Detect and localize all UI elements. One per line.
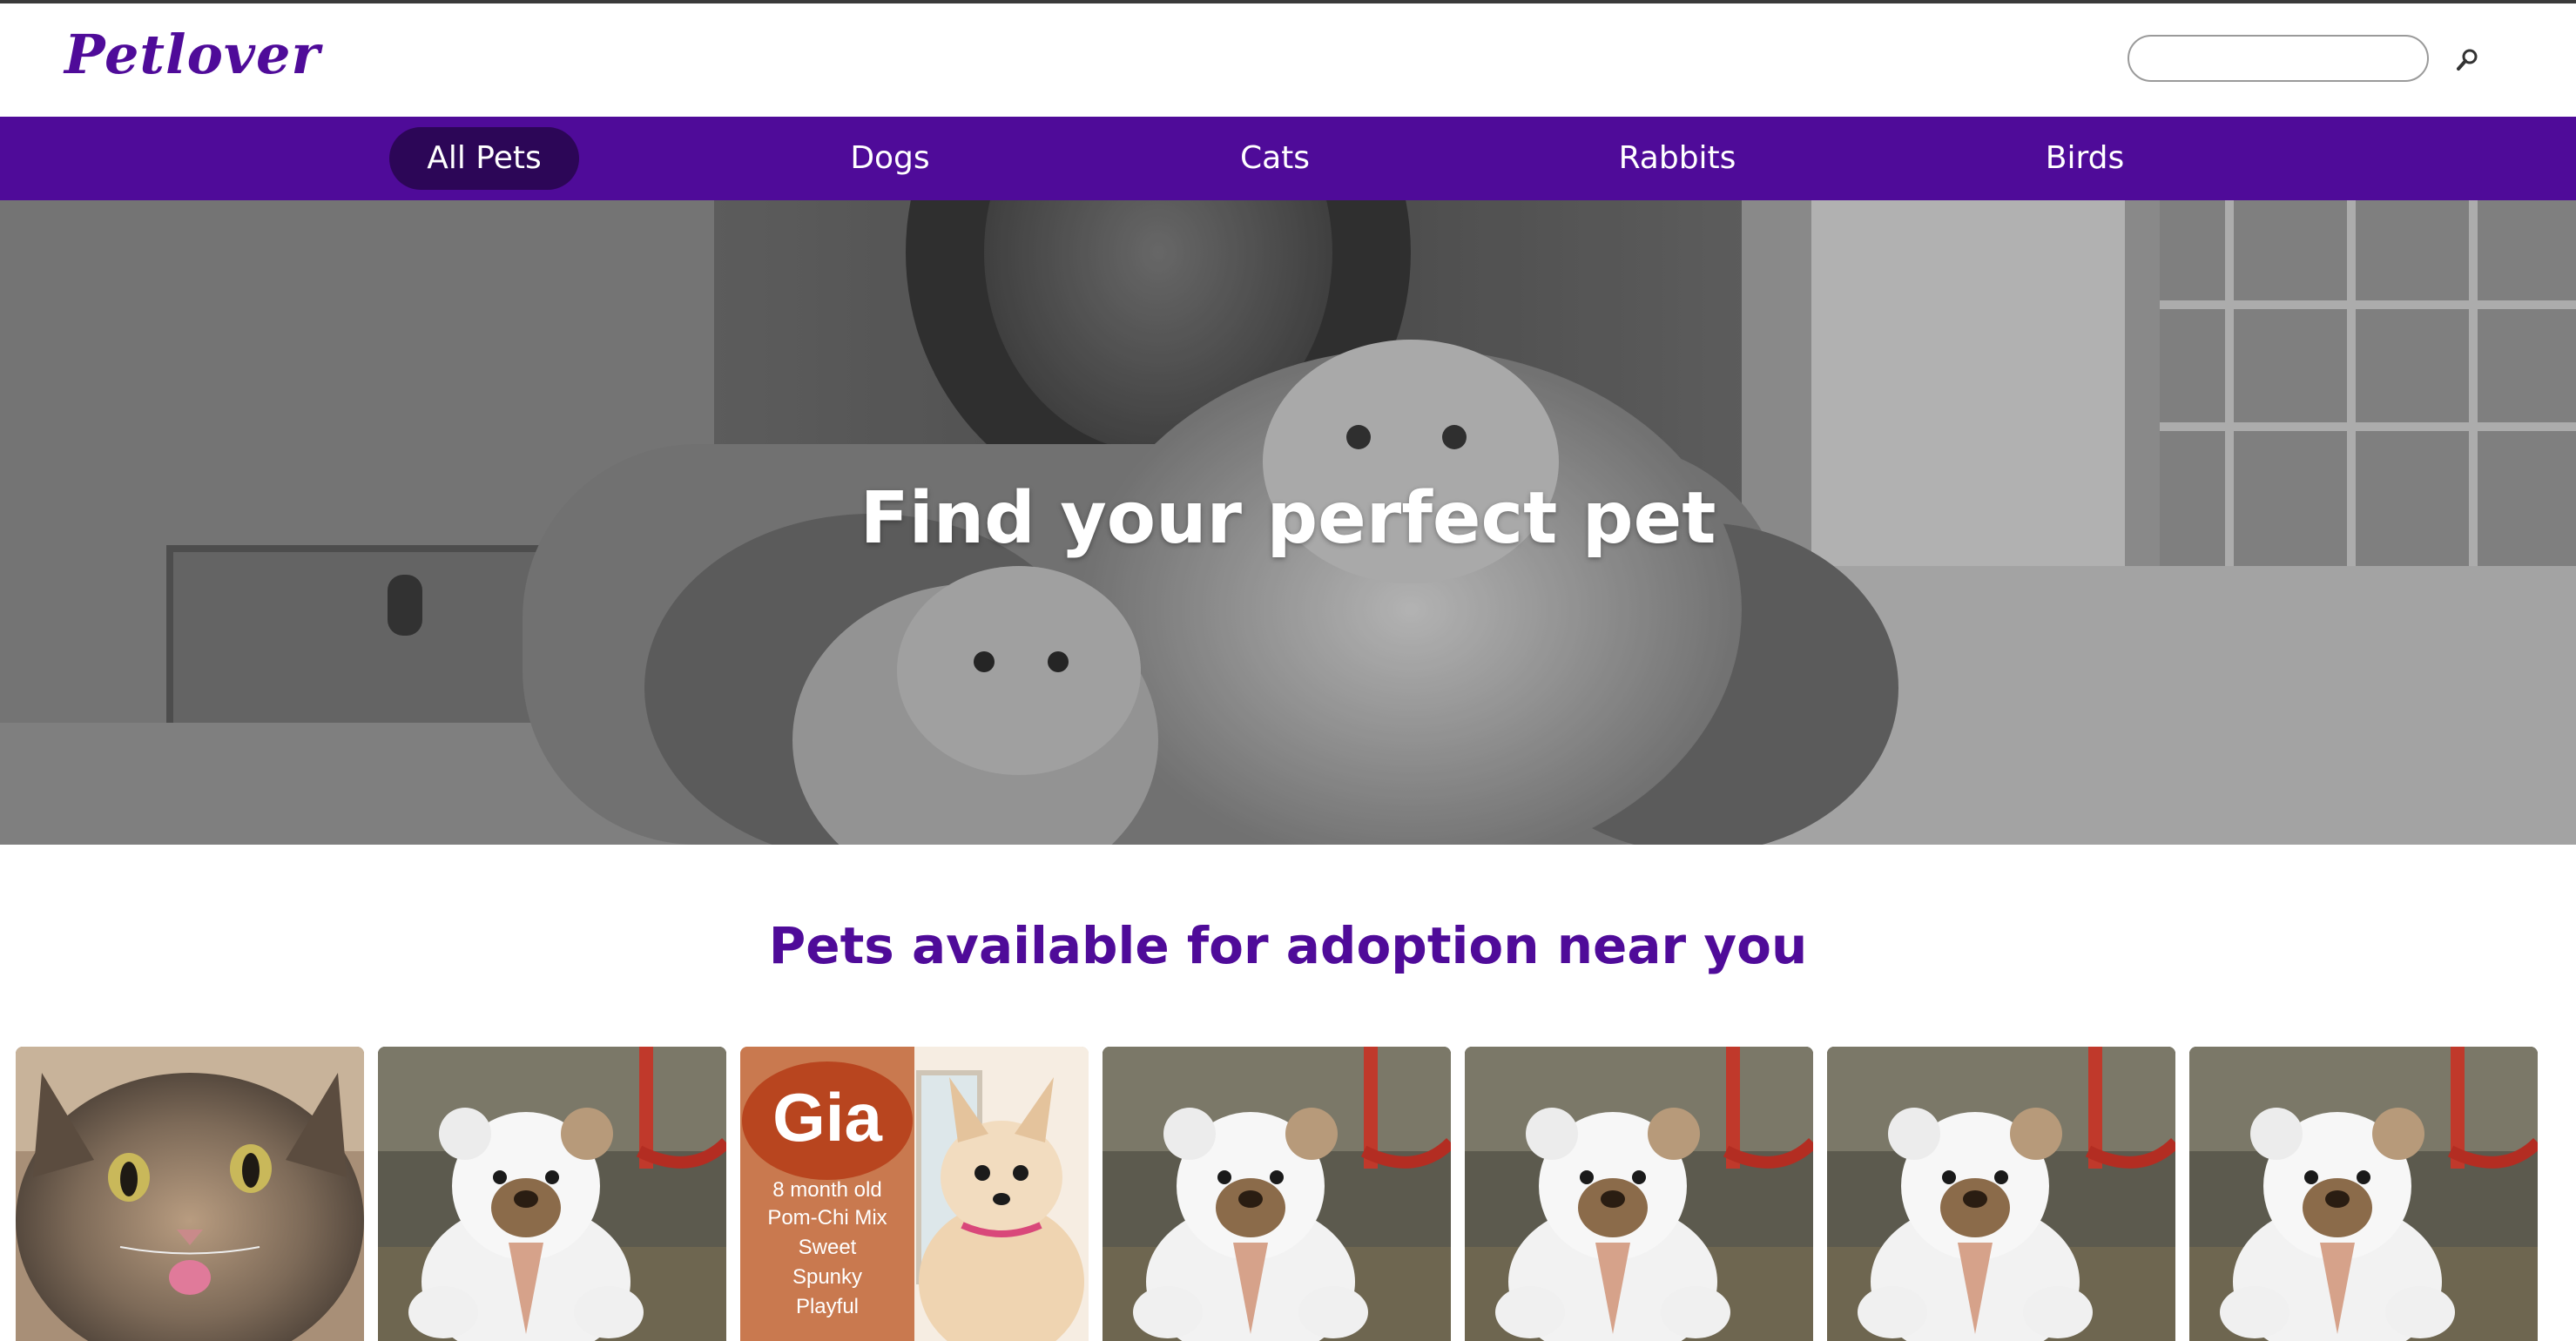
teddy-bear-photo xyxy=(2189,1047,2538,1341)
flyer-line: Playful xyxy=(796,1295,859,1318)
flyer-line: Spunky xyxy=(792,1265,862,1289)
pet-card[interactable] xyxy=(1827,1047,2175,1341)
teddy-bear-photo xyxy=(1827,1047,2175,1341)
nav-item-all-pets[interactable]: All Pets xyxy=(389,127,579,190)
flyer-line: 8 month old xyxy=(772,1178,881,1202)
teddy-bear-photo xyxy=(1465,1047,1813,1341)
search-input[interactable] xyxy=(2128,35,2429,82)
flyer-line: Pom-Chi Mix xyxy=(767,1206,887,1230)
pet-card[interactable] xyxy=(378,1047,726,1341)
pet-card[interactable]: Gia 8 month old Pom-Chi Mix Sweet Spunky… xyxy=(740,1047,1089,1341)
site-header: Petlover xyxy=(0,3,2576,117)
pet-card[interactable] xyxy=(2189,1047,2538,1341)
flyer-line: Sweet xyxy=(799,1236,857,1259)
search-button[interactable] xyxy=(2452,45,2482,75)
nav-item-rabbits[interactable]: Rabbits xyxy=(1590,127,1764,190)
hero-title: Find your perfect pet xyxy=(860,477,1716,560)
flyer-name: Gia xyxy=(772,1079,882,1156)
pet-card[interactable] xyxy=(16,1047,364,1341)
logo[interactable]: Petlover xyxy=(64,23,320,86)
pet-card[interactable] xyxy=(1465,1047,1813,1341)
hero-banner: Find your perfect pet xyxy=(0,200,2576,845)
category-nav: All Pets Dogs Cats Rabbits Birds xyxy=(0,117,2576,200)
nav-item-birds[interactable]: Birds xyxy=(1998,127,2172,190)
teddy-bear-photo xyxy=(378,1047,726,1341)
cat-photo xyxy=(16,1047,364,1341)
section-title: Pets available for adoption near you xyxy=(768,916,1808,975)
nav-item-dogs[interactable]: Dogs xyxy=(803,127,977,190)
search-icon xyxy=(2457,49,2478,71)
teddy-bear-photo xyxy=(1103,1047,1451,1341)
pet-cards: Gia 8 month old Pom-Chi Mix Sweet Spunky… xyxy=(16,1047,2562,1341)
dog-flyer-photo: Gia 8 month old Pom-Chi Mix Sweet Spunky… xyxy=(740,1047,1089,1341)
nav-item-cats[interactable]: Cats xyxy=(1188,127,1362,190)
pet-card[interactable] xyxy=(1103,1047,1451,1341)
